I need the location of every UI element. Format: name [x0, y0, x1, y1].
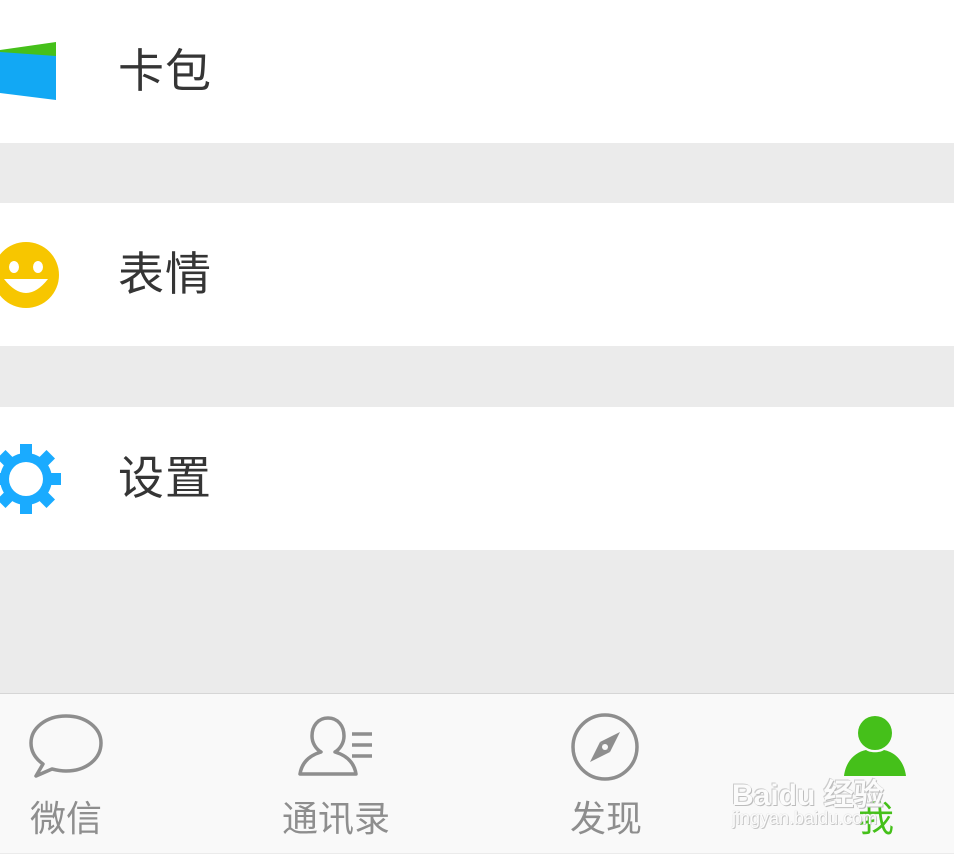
- smiley-face-icon: [0, 203, 100, 346]
- tab-label: 微信: [30, 799, 103, 840]
- compass-icon: [570, 712, 640, 786]
- tab-label: 发现: [570, 799, 643, 840]
- tab-chats[interactable]: 微信: [0, 694, 140, 854]
- menu-item-label: 卡包: [118, 44, 212, 98]
- contacts-icon: [298, 712, 378, 782]
- tab-contacts[interactable]: 通讯录: [262, 694, 422, 854]
- tab-me[interactable]: 我: [820, 694, 930, 854]
- bottom-tab-bar: 微信 通讯录 发现 我: [0, 693, 954, 853]
- menu-item-settings[interactable]: 设置: [0, 407, 954, 550]
- card-wallet-icon: [0, 0, 100, 143]
- menu-item-stickers[interactable]: 表情: [0, 203, 954, 346]
- person-icon: [842, 712, 908, 782]
- tab-label: 我: [858, 799, 895, 840]
- chat-bubble-icon: [28, 712, 104, 782]
- gear-icon: [0, 407, 100, 550]
- tab-label: 通讯录: [282, 799, 391, 840]
- menu-item-label: 表情: [118, 247, 212, 301]
- menu-item-label: 设置: [118, 451, 212, 505]
- menu-item-card-wallet[interactable]: 卡包: [0, 0, 954, 143]
- tab-discover[interactable]: 发现: [550, 694, 670, 854]
